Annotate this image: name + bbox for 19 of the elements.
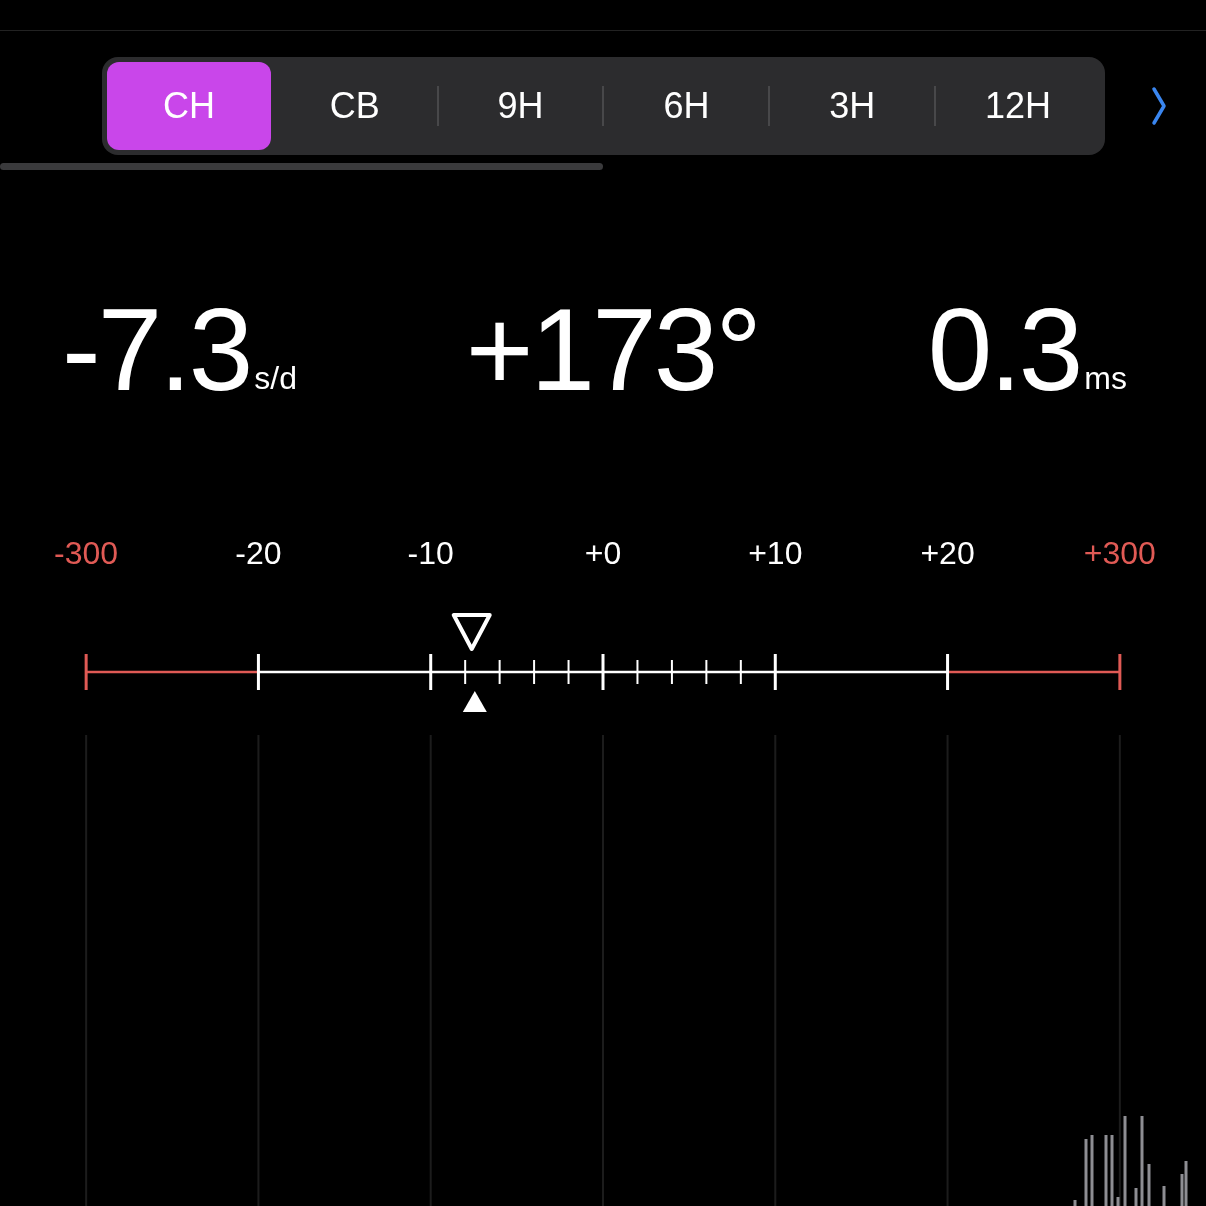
reading-value: -7.3 <box>62 292 251 408</box>
scale-label: -10 <box>407 534 454 573</box>
reading-unit: ms <box>1084 362 1127 394</box>
chevron-right-icon[interactable] <box>1151 86 1167 126</box>
tab[interactable]: CH <box>107 62 271 150</box>
reading-value: +173° <box>465 292 759 408</box>
reading-value: 0.3 <box>927 292 1081 408</box>
reading-unit: s/d <box>254 362 297 394</box>
tab[interactable]: 12H <box>936 62 1100 150</box>
scale-label: +20 <box>920 534 975 573</box>
scale-label: -20 <box>235 534 282 573</box>
tab[interactable]: 6H <box>604 62 769 150</box>
scale-label: +0 <box>584 534 622 573</box>
scale-label: +10 <box>748 534 803 573</box>
scale-label: -300 <box>54 534 119 573</box>
tab[interactable]: CB <box>272 62 437 150</box>
tab[interactable]: 3H <box>770 62 935 150</box>
tab[interactable]: 9H <box>438 62 603 150</box>
scale-label: +300 <box>1083 534 1156 573</box>
